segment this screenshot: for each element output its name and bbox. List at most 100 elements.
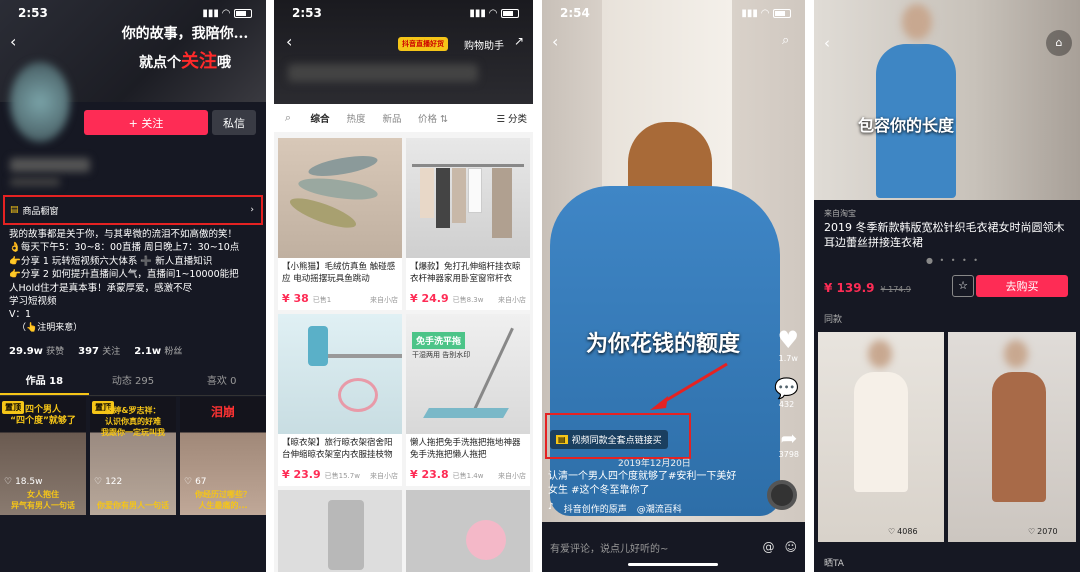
product-image (278, 314, 402, 434)
video-caption: 认清一个男人四个度就够了#安利一下美好女生 #这个冬至靠你了 (548, 471, 737, 496)
music-info[interactable]: ♪ 抖音创作的原声 @潮流百科 (548, 502, 682, 515)
profile-tabs: 作品 18 动态 295 喜欢 0 (0, 368, 266, 396)
video-tile[interactable]: 置顶 四个男人 “四个度”就够了 ♡ 18.5w 女人抱住 异气有男人一句话 (0, 397, 86, 515)
video-caption: 你爱你有男人一句话 (97, 501, 169, 510)
product-title: 【小熊猫】毛绒仿真鱼 触碰感应 电动摇摆玩具鱼跳动 (282, 262, 396, 284)
product-image: 免手洗平拖 干湿两用 告别水印 (406, 314, 530, 434)
back-icon[interactable]: ‹ (552, 32, 558, 51)
video-likes: ♡ 18.5w (4, 477, 43, 487)
product-card[interactable] (406, 490, 530, 572)
original-price: ¥ 174.9 (880, 285, 912, 294)
share-icon[interactable]: ↗ (514, 34, 524, 48)
filter-price[interactable]: 价格 ⇅ (410, 111, 456, 125)
shopping-assistant[interactable]: 购物助手 (464, 37, 504, 52)
stat-likes[interactable]: 29.9w 获赞 (9, 344, 64, 357)
product-title: 【爆款】免打孔伸缩杆挂衣晾衣杆神器家用卧室窗帘杆衣 (410, 262, 521, 284)
emoji-icon[interactable]: ☺ (784, 540, 797, 554)
comment-action[interactable]: 💬 432 (774, 376, 799, 409)
heart-icon: ♡ (94, 477, 103, 487)
like-action[interactable]: ♥ 1.7w (777, 326, 799, 363)
banner-tail: 哦 (217, 55, 231, 71)
filter-comprehensive[interactable]: 综合 (302, 111, 338, 125)
share-action[interactable]: ➦ 3798 (779, 426, 799, 459)
follow-button[interactable]: + 关注 (84, 110, 208, 135)
avatar[interactable] (10, 62, 70, 142)
bio-line: 人Hold住才是真本事！承蒙厚爱，感激不尽 (9, 282, 193, 294)
video-title: 杨婷&罗志祥： 认识你真的好难 我跟你一定玩叫我 (101, 406, 165, 437)
video-overlay-text: 为你花钱的额度 (586, 332, 741, 357)
similar-label: 同款 (824, 315, 843, 325)
similar-item[interactable]: ♡ 2070 (948, 332, 1076, 542)
product-image (814, 0, 1080, 200)
favorite-star-icon[interactable]: ☆ (952, 275, 974, 297)
tab-likes[interactable]: 喜欢 0 (177, 368, 266, 395)
shop-screen: 2:53 ▮▮▮ ◠ ‹ 抖音直播好货 购物助手 ↗ ⌕ 综合 热度 新品 价格… (274, 0, 533, 572)
user-id (10, 178, 60, 186)
filter-bar: ⌕ 综合 热度 新品 价格 ⇅ ☰ 分类 (274, 104, 533, 132)
stat-following[interactable]: 397 关注 (78, 344, 120, 357)
product-screen: ‹ ⌂ 包容你的长度 来自淘宝 2019 冬季新款韩版宽松针织毛衣裙女时尚圆领木… (814, 0, 1080, 572)
highlight-box (545, 413, 691, 459)
product-card[interactable]: 【晾衣架】旅行晾衣架宿舍阳台伸缩晾衣架室内衣服挂枝物 ¥ 23.9 已售15.7w… (278, 314, 402, 486)
home-indicator (628, 563, 718, 566)
profile-screen: 你的故事，我陪你... 就点个关注哦 2:53 ▮▮▮ ◠ ‹ + 关注 私信 … (0, 0, 266, 572)
video-caption: 你经历过哪些？ 人生最痛的... (195, 490, 251, 510)
message-button[interactable]: 私信 (212, 110, 256, 135)
live-badge: 抖音直播好货 (398, 37, 448, 51)
tab-works[interactable]: 作品 18 (0, 368, 89, 395)
status-time: 2:53 (292, 6, 322, 20)
bio-line: 👉分享 1 玩转短视频六大体系 ➕ 新人直播知识 (9, 255, 213, 267)
product-price: ¥ 139.9 (824, 281, 875, 295)
video-likes: ♡ 67 (184, 477, 207, 487)
comment-input[interactable]: 有爱评论，说点儿好听的~ (550, 540, 668, 555)
product-price: ¥ 38 (282, 292, 309, 305)
buy-button[interactable]: 去购买 (976, 275, 1068, 297)
filter-new[interactable]: 新品 (374, 111, 410, 125)
music-disc-icon[interactable] (767, 480, 797, 510)
back-icon[interactable]: ‹ (286, 32, 292, 51)
bio: 我的故事都是关于你，与其卑微的流泪不如高傲的笑！ 👌每天下午5：30~8：00直… (9, 228, 259, 335)
mop-caption: 免手洗平拖 (412, 332, 466, 349)
product-card[interactable]: 免手洗平拖 干湿两用 告别水印 懒人拖把免手洗拖把拖地神器免手洗拖把懒人拖把 ¥… (406, 314, 530, 486)
search-icon[interactable]: ⌕ (274, 111, 302, 125)
at-icon[interactable]: @ (762, 540, 774, 554)
arrow-icon (650, 362, 728, 410)
similar-likes: ♡ 2070 (1028, 527, 1058, 536)
bio-line: 👌每天下午5：30~8：00直播 周日晚上7：30~10点 (9, 242, 240, 254)
show-off-label[interactable]: 晒TA (824, 556, 844, 569)
search-icon[interactable]: ⌕ (782, 33, 789, 48)
product-card[interactable]: 【小熊猫】毛绒仿真鱼 触碰感应 电动摇摆玩具鱼跳动 ¥ 38 已售1 来自小店 (278, 138, 402, 310)
product-image (406, 138, 530, 258)
bio-line: V：1 (9, 309, 32, 321)
filter-popularity[interactable]: 热度 (338, 111, 374, 125)
heart-icon: ♡ (4, 477, 13, 487)
back-icon[interactable]: ‹ (824, 34, 830, 52)
bio-note: （👆注明来意） (17, 322, 83, 333)
product-title: 【晾衣架】旅行晾衣架宿舍阳台伸缩晾衣架室内衣服挂枝物 (282, 438, 393, 460)
product-image (278, 138, 402, 258)
product-meta: ¥ 23.9 已售15.7w 来自小店 (282, 468, 398, 481)
video-tile[interactable]: 置顶 杨婷&罗志祥： 认识你真的好难 我跟你一定玩叫我 ♡ 122 你爱你有男人一… (90, 397, 176, 515)
tab-moments[interactable]: 动态 295 (89, 368, 178, 395)
status-bar: 2:53 ▮▮▮ ◠ (274, 0, 533, 26)
bio-line: 我的故事都是关于你，与其卑微的流泪不如高傲的笑！ (9, 229, 238, 240)
username (10, 158, 90, 172)
product-price: ¥ 24.9 (410, 292, 449, 305)
video-screen: 2:54 ▮▮▮ ◠ ‹ ⌕ 为你花钱的额度 ♥ 1.7w 💬 432 ➦ 3798 … (542, 0, 805, 572)
filter-category[interactable]: ☰ 分类 (496, 111, 533, 125)
status-bar: 2:54 ▮▮▮ ◠ (542, 0, 805, 26)
product-card[interactable]: 【爆款】免打孔伸缩杆挂衣晾衣杆神器家用卧室窗帘杆衣 ¥ 24.9 已售8.3w 来自… (406, 138, 530, 310)
stat-fans[interactable]: 2.1w 粉丝 (134, 344, 182, 357)
status-icons: ▮▮▮ ◠ (202, 8, 252, 19)
video-tile[interactable]: 泪崩 ♡ 67 你经历过哪些？ 人生最痛的... (180, 397, 266, 515)
similar-item[interactable]: ♡ 4086 (818, 332, 944, 542)
back-icon[interactable]: ‹ (10, 32, 16, 51)
similar-likes: ♡ 4086 (888, 527, 918, 536)
video-caption: 女人抱住 异气有男人一句话 (11, 490, 75, 510)
music-icon: ♪ (548, 502, 554, 512)
carousel-dots: ● • • • • (926, 256, 981, 265)
product-card[interactable] (278, 490, 402, 572)
store-icon[interactable]: ⌂ (1046, 30, 1072, 56)
status-icons: ▮▮▮ ◠ (469, 8, 519, 19)
status-bar: 2:53 ▮▮▮ ◠ (0, 0, 266, 26)
